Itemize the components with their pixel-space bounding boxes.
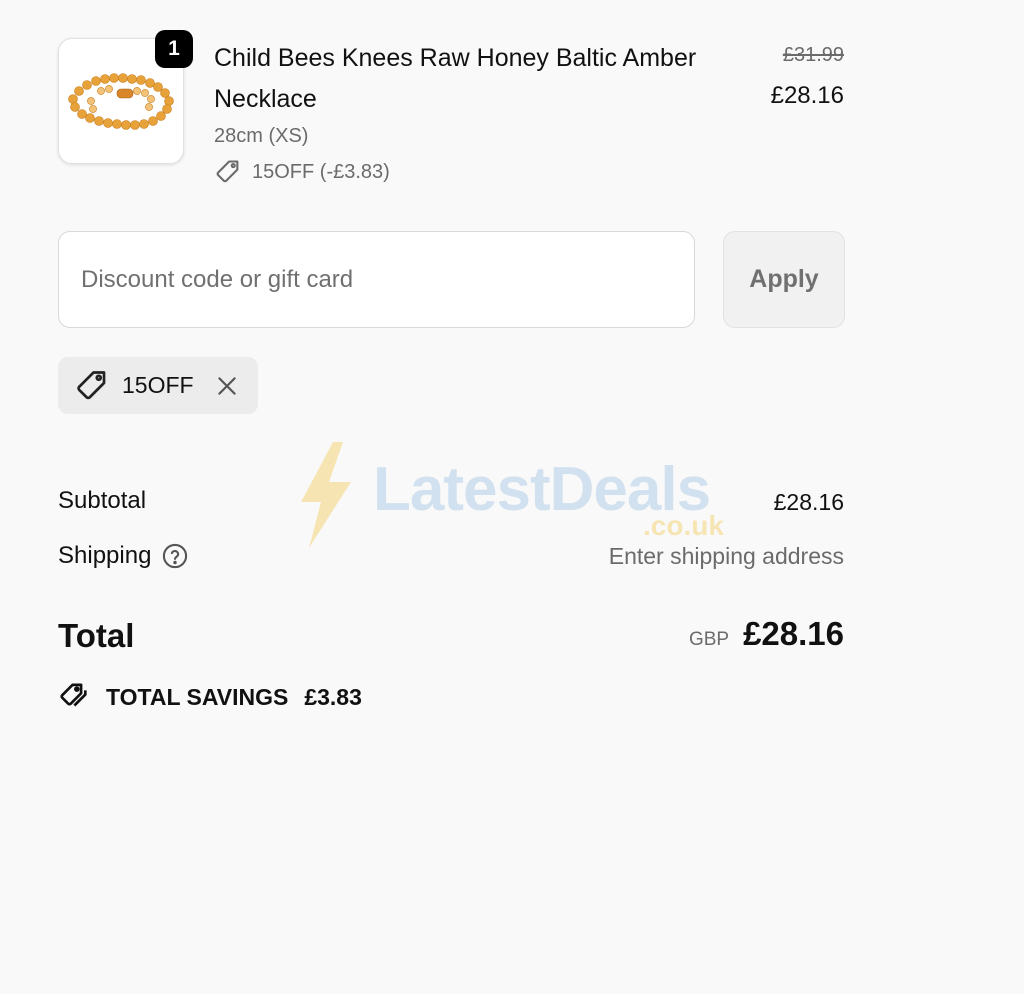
product-title: Child Bees Knees Raw Honey Baltic Amber …	[214, 44, 697, 113]
tag-icon	[216, 160, 239, 183]
total-amount: GBP £28.16	[689, 615, 844, 653]
amber-necklace-image	[68, 73, 174, 130]
shipping-row: Shipping	[58, 542, 189, 570]
lightning-bolt-icon	[301, 442, 351, 548]
currency-code: GBP	[688, 629, 730, 650]
watermark-brand: LatestDeals	[373, 455, 711, 524]
close-icon[interactable]	[214, 373, 240, 399]
shipping-value: Enter shipping address	[608, 543, 844, 569]
latestdeals-watermark: LatestDeals .co.uk	[295, 440, 735, 550]
watermark-domain: .co.uk	[643, 510, 724, 541]
order-summary: 1 Child Bees Knees Raw Honey Baltic Ambe…	[0, 0, 1024, 994]
tag-icon	[74, 368, 110, 404]
apply-button[interactable]: Apply	[723, 231, 845, 328]
total-savings: TOTAL SAVINGS £3.83	[58, 680, 362, 714]
savings-label: TOTAL SAVINGS	[106, 683, 289, 710]
help-icon[interactable]	[161, 542, 189, 570]
total-value: £28.16	[743, 615, 844, 652]
applied-code-label: 15OFF	[122, 372, 194, 398]
product-variant: 28cm (XS)	[214, 125, 309, 147]
subtotal-label: Subtotal	[58, 487, 147, 514]
shipping-label: Shipping	[58, 542, 152, 569]
tags-icon	[60, 683, 87, 707]
original-price: £31.99	[782, 44, 844, 66]
subtotal-value: £28.16	[773, 489, 844, 515]
line-discount: 15OFF (-£3.83)	[214, 157, 390, 187]
sale-price: £28.16	[770, 82, 844, 109]
savings-value: £3.83	[304, 683, 362, 710]
line-discount-label: 15OFF (-£3.83)	[252, 161, 390, 183]
product-thumbnail-wrapper: 1	[58, 30, 193, 164]
discount-code-input[interactable]	[58, 231, 695, 328]
quantity-badge: 1	[155, 30, 193, 68]
applied-discount-chip: 15OFF	[58, 357, 258, 414]
total-label: Total	[58, 617, 135, 654]
